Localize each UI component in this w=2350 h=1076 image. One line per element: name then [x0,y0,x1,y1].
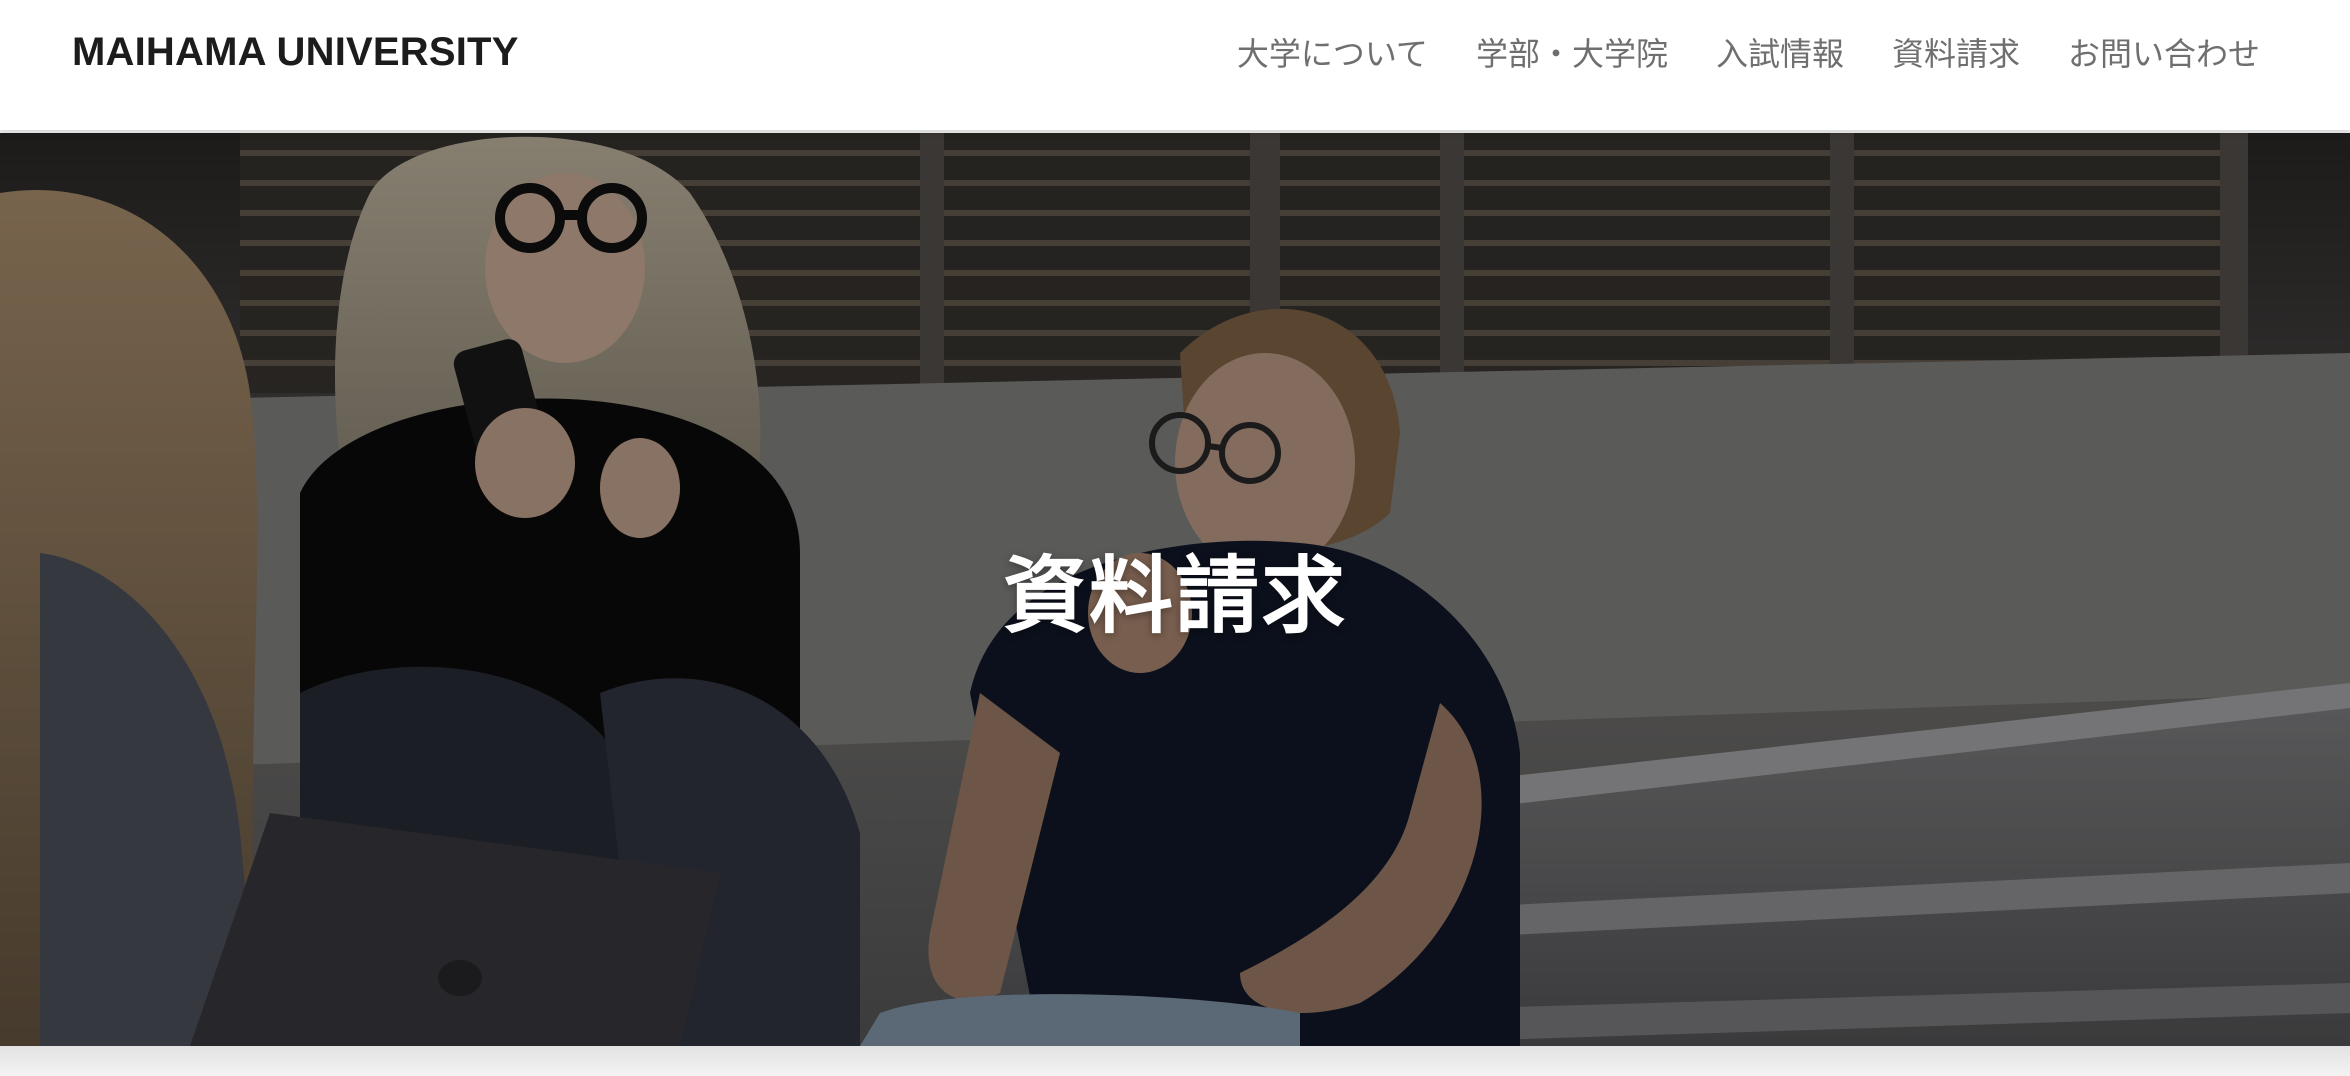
nav-item-admissions[interactable]: 入試情報 [1716,29,1844,75]
nav-item-brochure-request[interactable]: 資料請求 [1892,29,2020,75]
nav-item-contact[interactable]: お問い合わせ [2068,29,2260,75]
page-title: 資料請求 [1002,547,1347,645]
nav-item-about[interactable]: 大学について [1237,29,1428,75]
hero-banner: 資料請求 [0,133,2350,1046]
nav-item-faculties[interactable]: 学部・大学院 [1476,29,1668,75]
content-area-top [0,1046,2350,1076]
site-header: MAIHAMA UNIVERSITY 大学について 学部・大学院 入試情報 資料… [0,0,2350,130]
site-logo[interactable]: MAIHAMA UNIVERSITY [72,0,519,104]
main-nav: 大学について 学部・大学院 入試情報 資料請求 お問い合わせ [1189,0,2260,104]
